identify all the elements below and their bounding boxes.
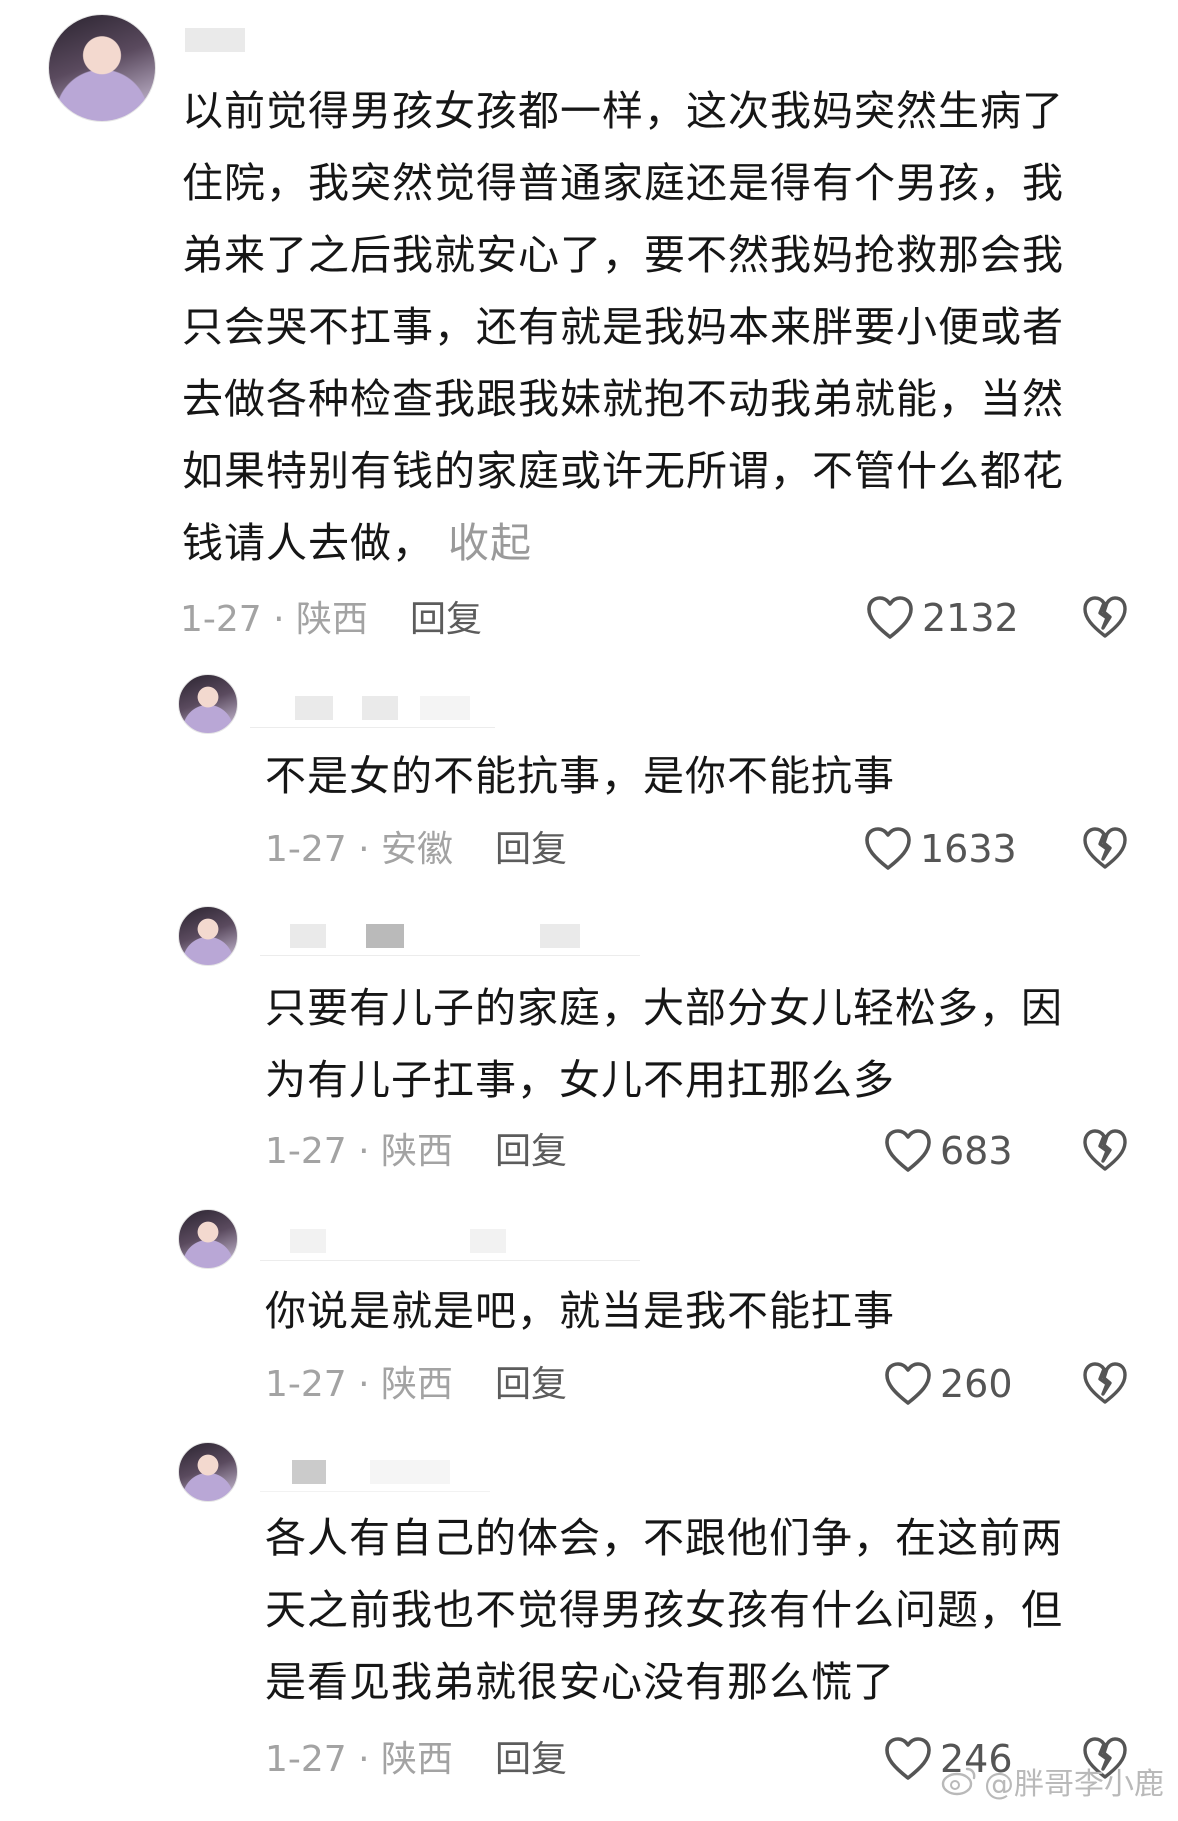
username-redacted — [260, 1452, 490, 1492]
heart-outline-icon — [885, 1362, 931, 1405]
avatar[interactable] — [178, 1442, 238, 1502]
broken-heart-icon[interactable] — [1082, 595, 1128, 641]
comment-meta: 1-27 · 陕西 — [265, 1739, 454, 1780]
like-button[interactable]: 683 — [884, 1127, 1013, 1175]
reply-button[interactable]: 回复 — [410, 598, 482, 642]
like-count: 683 — [940, 1129, 1013, 1173]
heart-outline-icon — [885, 1737, 931, 1780]
comment-meta: 1-27 · 陕西 — [265, 1131, 454, 1172]
broken-heart-icon[interactable] — [1082, 826, 1128, 872]
comment-meta: 1-27 · 安徽 — [265, 829, 454, 870]
reply-button[interactable]: 回复 — [495, 828, 567, 872]
like-button[interactable]: 1633 — [864, 825, 1017, 873]
comment-3: 只要有儿子的家庭，大部分女儿轻松多，因 为有儿子扛事，女儿不用扛那么多 1-27… — [0, 900, 1178, 1173]
comment-2: 不是女的不能抗事，是你不能抗事 1-27 · 安徽 回复 1633 — [0, 670, 1178, 873]
like-count: 260 — [940, 1362, 1013, 1406]
comment-meta: 1-27 · 陕西 — [180, 599, 369, 640]
username-redacted — [260, 1221, 640, 1261]
collapse-link[interactable]: 收起 — [448, 519, 532, 567]
comment-text: 以前觉得男孩女孩都一样，这次我妈突然生病了 住院，我突然觉得普通家庭还是得有个男… — [182, 75, 1132, 579]
comment-1: 以前觉得男孩女孩都一样，这次我妈突然生病了 住院，我突然觉得普通家庭还是得有个男… — [0, 0, 1178, 640]
avatar[interactable] — [178, 674, 238, 734]
username-redacted — [260, 916, 640, 956]
like-button[interactable]: 2132 — [866, 594, 1019, 642]
broken-heart-icon[interactable] — [1082, 1361, 1128, 1407]
comment-body: 以前觉得男孩女孩都一样，这次我妈突然生病了 住院，我突然觉得普通家庭还是得有个男… — [182, 87, 1064, 567]
comment-text: 你说是就是吧，就当是我不能扛事 — [265, 1287, 895, 1335]
heart-outline-icon — [885, 1129, 931, 1172]
comment-meta: 1-27 · 陕西 — [265, 1364, 454, 1405]
username-redacted — [185, 20, 255, 60]
reply-button[interactable]: 回复 — [495, 1363, 567, 1407]
watermark: @胖哥李小鹿 — [940, 1759, 1164, 1803]
avatar[interactable] — [178, 1209, 238, 1269]
comment-text: 只要有儿子的家庭，大部分女儿轻松多，因 为有儿子扛事，女儿不用扛那么多 — [265, 984, 1063, 1104]
comment-5: 各人有自己的体会，不跟他们争，在这前两 天之前我也不觉得男孩女孩有什么问题，但 … — [0, 1440, 1178, 1781]
avatar[interactable] — [48, 14, 156, 122]
heart-outline-icon — [865, 827, 911, 870]
username-redacted — [250, 688, 495, 728]
watermark-text: @胖哥李小鹿 — [984, 1767, 1164, 1802]
broken-heart-icon[interactable] — [1082, 1128, 1128, 1174]
like-count: 1633 — [920, 827, 1017, 871]
comment-text: 各人有自己的体会，不跟他们争，在这前两 天之前我也不觉得男孩女孩有什么问题，但 … — [265, 1514, 1063, 1706]
comment-text: 不是女的不能抗事，是你不能抗事 — [265, 752, 895, 800]
comment-4: 你说是就是吧，就当是我不能扛事 1-27 · 陕西 回复 260 — [0, 1205, 1178, 1415]
like-button[interactable]: 260 — [884, 1360, 1013, 1408]
like-count: 2132 — [922, 596, 1019, 640]
avatar[interactable] — [178, 906, 238, 966]
reply-button[interactable]: 回复 — [495, 1738, 567, 1782]
heart-outline-icon — [867, 596, 913, 639]
reply-button[interactable]: 回复 — [495, 1130, 567, 1174]
weibo-logo-icon — [941, 1767, 976, 1796]
